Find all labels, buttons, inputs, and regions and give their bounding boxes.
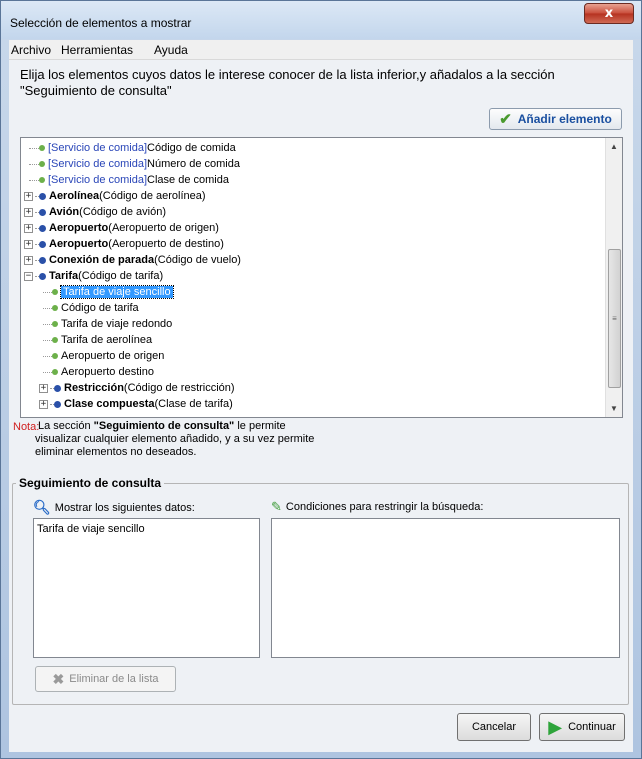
tree-item[interactable]: Aeropuerto de origen <box>43 348 164 364</box>
expand-icon[interactable]: + <box>39 399 48 409</box>
checkmark-icon: ✔ <box>499 111 512 128</box>
menu-herramientas[interactable]: Herramientas <box>61 43 133 57</box>
dialog-body: Archivo Herramientas Ayuda Elija los ele… <box>9 40 633 752</box>
scrollbar-thumb[interactable]: ≡ <box>608 249 621 388</box>
tree-item[interactable]: + Conexión de parada (Código de vuelo) <box>24 252 241 268</box>
elements-tree[interactable]: [Servicio de comida] Código de comida [S… <box>20 137 623 418</box>
leaf-node-icon <box>39 177 45 183</box>
entity-node-icon <box>54 400 61 408</box>
entity-node-icon <box>39 224 46 232</box>
tree-item[interactable]: + Avión (Código de avión) <box>24 204 166 220</box>
note-text: La sección "Seguimiento de consulta" le … <box>35 420 315 458</box>
leaf-node-icon <box>39 161 45 167</box>
expand-icon[interactable]: + <box>24 207 33 217</box>
leaf-node-icon <box>39 145 45 151</box>
scroll-up-arrow-icon[interactable]: ▲ <box>606 138 622 155</box>
entity-node-icon <box>39 240 46 248</box>
tree-item[interactable]: [Servicio de comida] Código de comida <box>29 140 236 156</box>
leaf-node-icon <box>52 369 58 375</box>
list-item[interactable]: Tarifa de viaje sencillo <box>37 523 256 535</box>
expand-icon[interactable]: + <box>24 191 33 201</box>
window-title: Selección de elementos a mostrar <box>10 16 192 30</box>
close-button[interactable]: x <box>584 3 634 24</box>
expand-icon[interactable]: + <box>24 255 33 265</box>
show-data-label: 🔍︎ Mostrar los siguientes datos: <box>33 499 195 515</box>
play-arrow-icon: ▶ <box>548 717 563 737</box>
shown-data-list[interactable]: Tarifa de viaje sencillo <box>33 518 260 658</box>
conditions-label: ✎ Condiciones para restringir la búsqued… <box>271 499 484 514</box>
collapse-icon[interactable]: − <box>24 271 33 281</box>
leaf-node-icon <box>52 321 58 327</box>
remove-from-list-button[interactable]: ✖ Eliminar de la lista <box>35 666 176 692</box>
tree-item[interactable]: + Aeropuerto (Aeropuerto de destino) <box>24 236 224 252</box>
tree-item[interactable]: + Clase compuesta (Clase de tarifa) <box>39 396 233 412</box>
tree-item[interactable]: Código de tarifa <box>43 300 139 316</box>
tree-item[interactable]: Tarifa de viaje redondo <box>43 316 172 332</box>
tree-item[interactable]: + Aeropuerto (Aeropuerto de origen) <box>24 220 219 236</box>
dialog-window: Selección de elementos a mostrar x Archi… <box>0 0 642 759</box>
entity-node-icon <box>39 256 46 264</box>
leaf-node-icon <box>52 289 58 295</box>
tree-item[interactable]: [Servicio de comida] Clase de comida <box>29 172 229 188</box>
entity-node-icon <box>54 384 61 392</box>
menu-ayuda[interactable]: Ayuda <box>154 43 188 57</box>
tree-item[interactable]: [Servicio de comida] Número de comida <box>29 156 240 172</box>
note-label: Nota: <box>13 421 40 433</box>
tree-item[interactable]: − Tarifa (Código de tarifa) <box>24 268 163 284</box>
tracking-group-title: Seguimiento de consulta <box>16 476 165 490</box>
title-bar[interactable]: Selección de elementos a mostrar x <box>1 1 641 39</box>
entity-node-icon <box>39 272 46 280</box>
remove-x-icon: ✖ <box>52 670 65 687</box>
tree-item[interactable]: Tarifa de aerolínea <box>43 332 152 348</box>
add-element-button[interactable]: ✔ Añadir elemento <box>489 108 622 130</box>
entity-node-icon <box>39 208 46 216</box>
cancel-button[interactable]: Cancelar <box>457 713 531 741</box>
continue-button[interactable]: ▶ Continuar <box>539 713 625 741</box>
scroll-down-arrow-icon[interactable]: ▼ <box>606 400 622 417</box>
tree-item[interactable]: + Aerolínea (Código de aerolínea) <box>24 188 206 204</box>
tree-item[interactable]: + Restricción (Código de restricción) <box>39 380 235 396</box>
expand-icon[interactable]: + <box>39 383 48 393</box>
tree-item[interactable]: Aeropuerto destino <box>43 364 154 380</box>
leaf-node-icon <box>52 337 58 343</box>
expand-icon[interactable]: + <box>24 239 33 249</box>
tree-scrollbar[interactable]: ▲ ≡ ▼ <box>605 138 622 417</box>
menu-archivo[interactable]: Archivo <box>11 43 51 57</box>
conditions-list[interactable] <box>271 518 620 658</box>
entity-node-icon <box>39 192 46 200</box>
search-icon: 🔍︎ <box>33 499 51 515</box>
add-element-label: Añadir elemento <box>517 112 612 126</box>
menu-bar: Archivo Herramientas Ayuda <box>9 40 633 60</box>
instructions-text: Elija los elementos cuyos datos le inter… <box>20 67 555 98</box>
leaf-node-icon <box>52 305 58 311</box>
leaf-node-icon <box>52 353 58 359</box>
tree-item-selected[interactable]: Tarifa de viaje sencillo <box>43 284 174 300</box>
expand-icon[interactable]: + <box>24 223 33 233</box>
filter-conditions-icon: ✎ <box>271 499 282 514</box>
